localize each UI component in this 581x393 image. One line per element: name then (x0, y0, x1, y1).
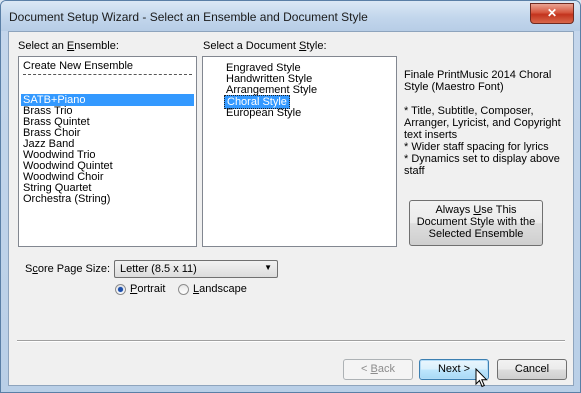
cancel-button[interactable]: Cancel (497, 359, 567, 380)
footer-divider (17, 340, 565, 342)
page-size-label: Score Page Size: (25, 263, 110, 275)
style-label-text: Select a Document (203, 40, 299, 52)
title-bar[interactable]: Document Setup Wizard - Select an Ensemb… (1, 1, 580, 31)
mouse-pointer-icon (475, 368, 488, 388)
close-button[interactable]: ✕ (530, 3, 574, 24)
ensemble-label: Select an Ensemble: (18, 40, 119, 52)
always-use-text: Always (435, 204, 474, 216)
portrait-label[interactable]: Portrait (130, 283, 165, 295)
portrait-rest: ortrait (137, 283, 166, 295)
page-size-value: Letter (8.5 x 11) (120, 263, 197, 275)
ensemble-listbox[interactable]: Create New Ensemble SATB+Piano Brass Tri… (18, 56, 197, 247)
landscape-label[interactable]: Landscape (193, 283, 247, 295)
back-button[interactable]: < Back (343, 359, 413, 380)
page-size-label-rest: ore Page Size: (37, 263, 110, 275)
cancel-label: Cancel (514, 363, 550, 375)
next-label: Next > (437, 363, 471, 375)
style-label: Select a Document Style: (203, 40, 327, 52)
wizard-window: Document Setup Wizard - Select an Ensemb… (0, 0, 581, 393)
ensemble-label-rest: nsemble: (74, 40, 119, 52)
always-use-style-button[interactable]: Always Use This Document Style with the … (409, 200, 543, 246)
landscape-radio[interactable] (178, 284, 189, 295)
back-rest: ack (377, 363, 395, 375)
close-icon: ✕ (546, 6, 558, 20)
dialog-body: Select an Ensemble: Create New Ensemble … (8, 31, 574, 388)
list-separator (23, 74, 192, 75)
style-label-rest: tyle: (306, 40, 327, 52)
description-heading: Finale PrintMusic 2014 Choral Style (Mae… (404, 69, 552, 93)
landscape-rest: andscape (199, 283, 247, 295)
chevron-down-icon: ▼ (264, 263, 272, 272)
radio-selected-dot (118, 287, 123, 292)
style-description: Finale PrintMusic 2014 Choral Style (Mae… (404, 69, 574, 189)
style-listbox[interactable]: Engraved Style Handwritten Style Arrange… (202, 56, 397, 247)
list-item[interactable]: European Style (224, 107, 303, 119)
page-size-select[interactable]: Letter (8.5 x 11) ▼ (114, 260, 278, 278)
ensemble-label-text: Select an (18, 40, 67, 52)
list-item[interactable]: Create New Ensemble (21, 60, 135, 72)
description-bullets: * Title, Subtitle, Composer, Arranger, L… (404, 105, 561, 177)
window-title: Document Setup Wizard - Select an Ensemb… (9, 10, 368, 24)
back-accel: B (370, 363, 378, 375)
portrait-radio[interactable] (115, 284, 126, 295)
list-item[interactable]: Orchestra (String) (21, 193, 112, 205)
back-text: < (361, 363, 371, 375)
